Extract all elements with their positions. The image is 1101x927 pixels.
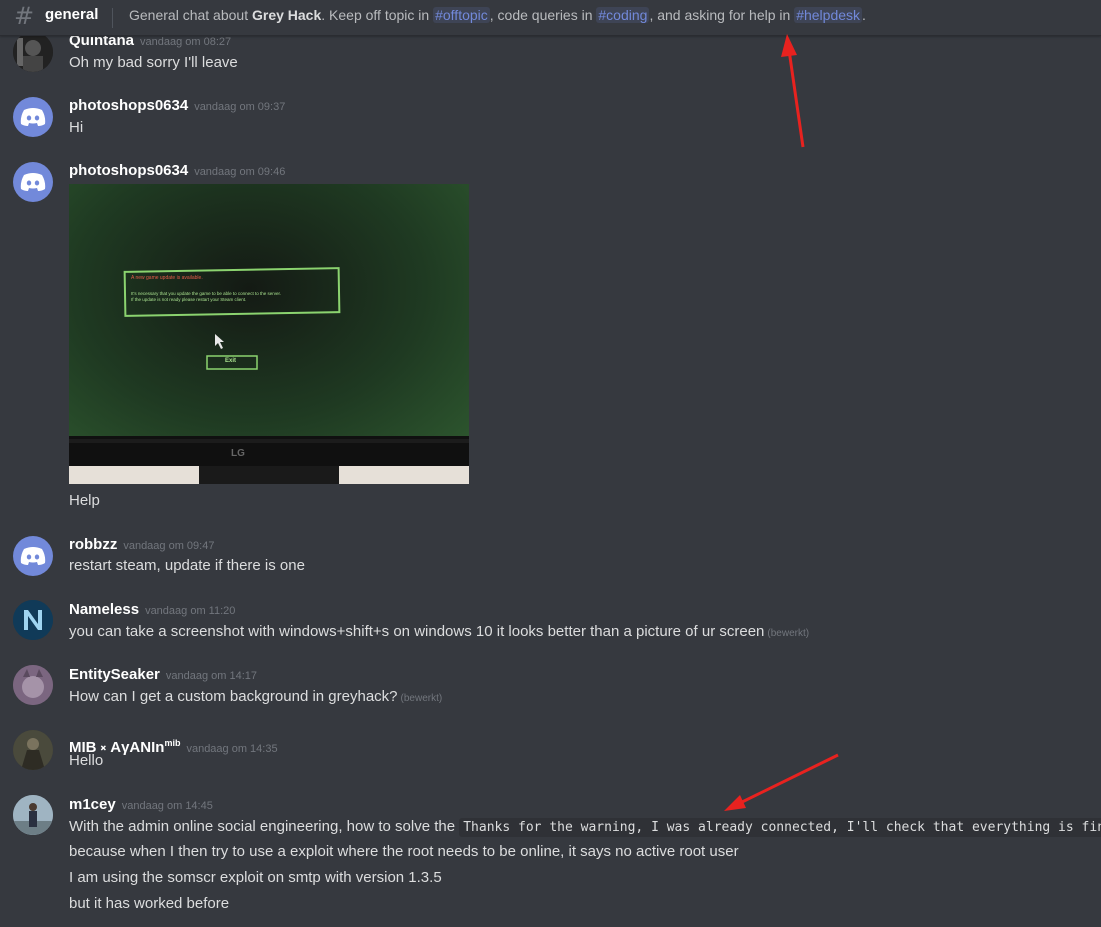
annotation-arrows	[724, 34, 839, 811]
arrow-to-code-icon	[724, 753, 839, 811]
arrow-to-helpdesk-icon	[781, 34, 805, 148]
